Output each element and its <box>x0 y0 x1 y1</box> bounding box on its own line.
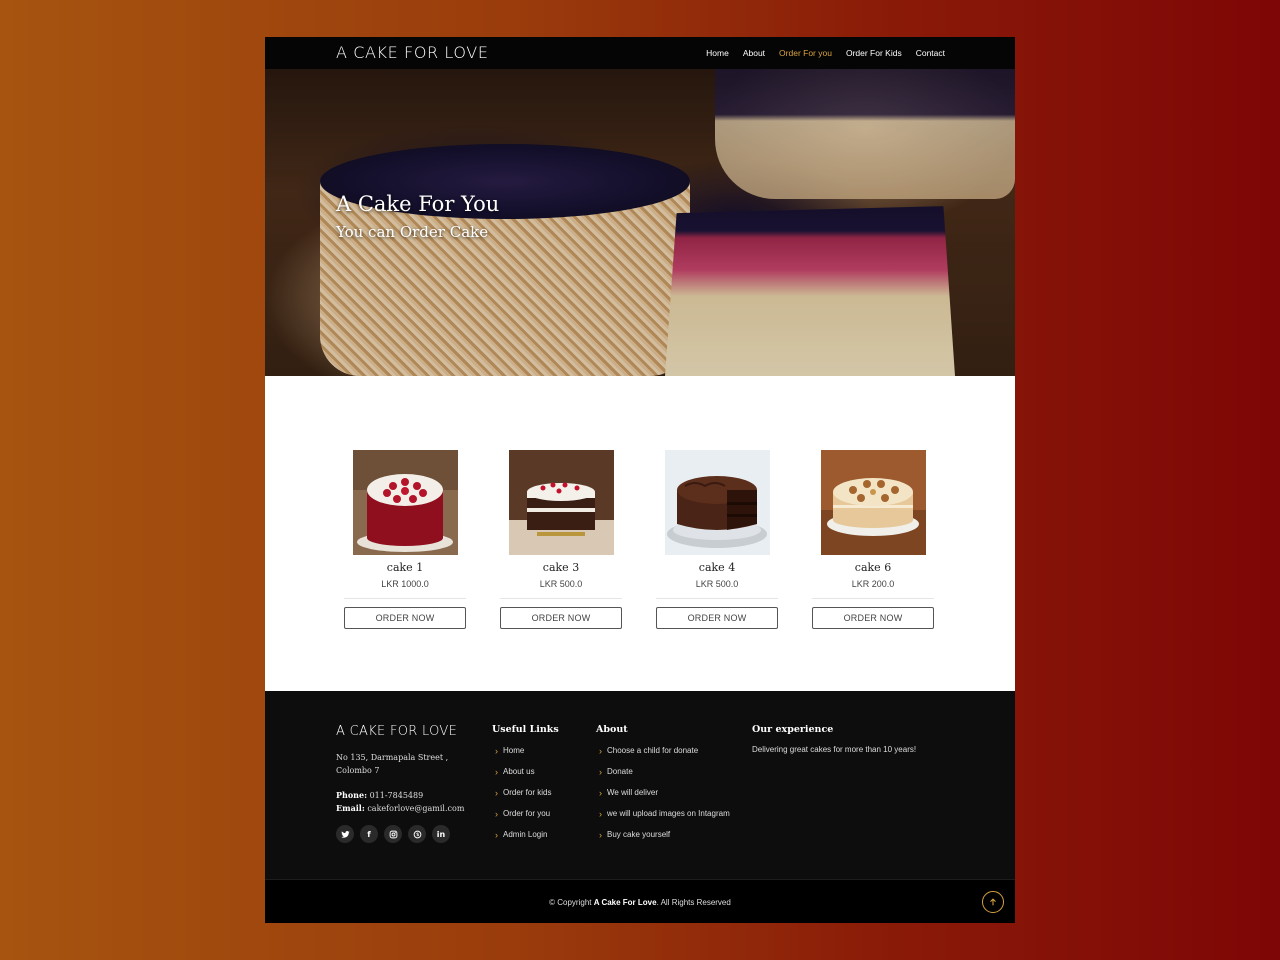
chevron-right-icon: › <box>599 829 602 840</box>
product-card: cake 4 LKR 500.0 ORDER NOW <box>656 450 778 629</box>
phone-value: 011-7845489 <box>369 791 424 800</box>
social-links: f in <box>336 825 450 843</box>
nav-about[interactable]: About <box>743 48 765 58</box>
useful-links-title: Useful Links <box>492 724 559 735</box>
about-link-donate-child[interactable]: › Choose a child for donate <box>599 740 730 761</box>
site-brand[interactable]: A CAKE FOR LOVE <box>336 43 489 62</box>
chevron-right-icon: › <box>495 766 498 777</box>
hero-banner: A Cake For You You can Order Cake <box>265 69 1015 376</box>
chevron-right-icon: › <box>495 745 498 756</box>
about-link-deliver[interactable]: › We will deliver <box>599 782 730 803</box>
facebook-icon[interactable]: f <box>360 825 378 843</box>
about-link-buy-cake[interactable]: › Buy cake yourself <box>599 824 730 845</box>
nav-contact[interactable]: Contact <box>916 48 945 58</box>
experience-title: Our experience <box>752 724 834 735</box>
footer-link-home[interactable]: › Home <box>495 740 551 761</box>
link-label: About us <box>503 767 535 776</box>
site-footer: A CAKE FOR LOVE No 135, Darmapala Street… <box>265 691 1015 879</box>
instagram-icon[interactable] <box>384 825 402 843</box>
page-frame: A CAKE FOR LOVE Home About Order For you… <box>265 37 1015 923</box>
link-label: Admin Login <box>503 830 548 839</box>
about-link-donate[interactable]: › Donate <box>599 761 730 782</box>
arrow-up-icon <box>990 898 996 906</box>
card-divider <box>500 598 622 599</box>
main-nav: Home About Order For you Order For Kids … <box>706 37 945 69</box>
link-label: Order for you <box>503 809 551 818</box>
order-now-button[interactable]: ORDER NOW <box>344 607 466 629</box>
copyright-brand: A Cake For Love <box>593 898 657 907</box>
twitter-icon[interactable] <box>336 825 354 843</box>
nav-order-for-kids[interactable]: Order For Kids <box>846 48 902 58</box>
product-image-cake-6[interactable] <box>820 450 926 555</box>
order-now-button[interactable]: ORDER NOW <box>656 607 778 629</box>
address-line-2: Colombo 7 <box>336 766 380 775</box>
experience-text: Delivering great cakes for more than 10 … <box>752 745 917 754</box>
chevron-right-icon: › <box>495 787 498 798</box>
chevron-right-icon: › <box>495 829 498 840</box>
footer-email: Email: cakeforlove@gamil.com <box>336 803 464 813</box>
link-label: Donate <box>607 767 633 776</box>
link-label: we will upload images on Intagram <box>607 809 730 818</box>
product-image-cake-4[interactable] <box>664 450 770 555</box>
footer-address: No 135, Darmapala Street , Colombo 7 <box>336 751 456 777</box>
link-label: Buy cake yourself <box>607 830 671 839</box>
chevron-right-icon: › <box>599 787 602 798</box>
hero-subtitle: You can Order Cake <box>336 223 489 241</box>
chevron-right-icon: › <box>599 745 602 756</box>
card-divider <box>344 598 466 599</box>
product-card: cake 6 LKR 200.0 ORDER NOW <box>812 450 934 629</box>
product-card: cake 1 LKR 1000.0 ORDER NOW <box>344 450 466 629</box>
site-header: A CAKE FOR LOVE Home About Order For you… <box>265 37 1015 69</box>
about-list: › Choose a child for donate › Donate › We w… <box>599 740 730 845</box>
card-divider <box>812 598 934 599</box>
product-price: LKR 200.0 <box>851 579 895 589</box>
about-link-instagram[interactable]: › we will upload images on Intagram <box>599 803 730 824</box>
copyright-bar: © Copyright A Cake For Love. All Rights … <box>265 879 1015 923</box>
email-value[interactable]: cakeforlove@gamil.com <box>367 804 464 813</box>
link-label: Order for kids <box>503 788 552 797</box>
link-label: Home <box>503 746 525 755</box>
chevron-right-icon: › <box>495 808 498 819</box>
product-name: cake 1 <box>386 561 424 574</box>
email-label: Email: <box>336 803 365 813</box>
copyright-prefix: © Copyright <box>549 898 592 907</box>
footer-link-admin-login[interactable]: › Admin Login <box>495 824 551 845</box>
order-now-button[interactable]: ORDER NOW <box>812 607 934 629</box>
address-line-1: No 135, Darmapala Street , <box>336 753 449 762</box>
copyright-text: © Copyright A Cake For Love. All Rights … <box>265 898 1015 907</box>
chevron-right-icon: › <box>599 808 602 819</box>
product-price: LKR 500.0 <box>539 579 583 589</box>
product-card: cake 3 LKR 500.0 ORDER NOW <box>500 450 622 629</box>
chevron-right-icon: › <box>599 766 602 777</box>
footer-link-order-for-you[interactable]: › Order for you <box>495 803 551 824</box>
product-grid: cake 1 LKR 1000.0 ORDER NOW cake 3 LKR 5… <box>344 450 944 650</box>
product-name: cake 4 <box>698 561 736 574</box>
footer-link-order-for-kids[interactable]: › Order for kids <box>495 782 551 803</box>
footer-brand: A CAKE FOR LOVE <box>336 724 458 739</box>
footer-phone: Phone: 011-7845489 <box>336 790 423 800</box>
back-to-top-button[interactable] <box>982 891 1004 913</box>
product-price: LKR 500.0 <box>695 579 739 589</box>
copyright-suffix: . All Rights Reserved <box>656 898 731 907</box>
skype-icon[interactable] <box>408 825 426 843</box>
product-name: cake 6 <box>854 561 892 574</box>
about-title: About <box>596 724 628 735</box>
link-label: Choose a child for donate <box>607 746 699 755</box>
nav-home[interactable]: Home <box>706 48 729 58</box>
link-label: We will deliver <box>607 788 658 797</box>
product-image-cake-3[interactable] <box>508 450 614 555</box>
order-now-button[interactable]: ORDER NOW <box>500 607 622 629</box>
useful-links-list: › Home › About us › Order for kids › Order f… <box>495 740 551 845</box>
product-name: cake 3 <box>542 561 580 574</box>
linkedin-icon[interactable]: in <box>432 825 450 843</box>
card-divider <box>656 598 778 599</box>
product-image-cake-1[interactable] <box>352 450 458 555</box>
footer-link-about-us[interactable]: › About us <box>495 761 551 782</box>
phone-label: Phone: <box>336 790 368 800</box>
nav-order-for-you[interactable]: Order For you <box>779 48 832 58</box>
product-price: LKR 1000.0 <box>381 579 429 589</box>
hero-title: A Cake For You <box>336 192 500 216</box>
